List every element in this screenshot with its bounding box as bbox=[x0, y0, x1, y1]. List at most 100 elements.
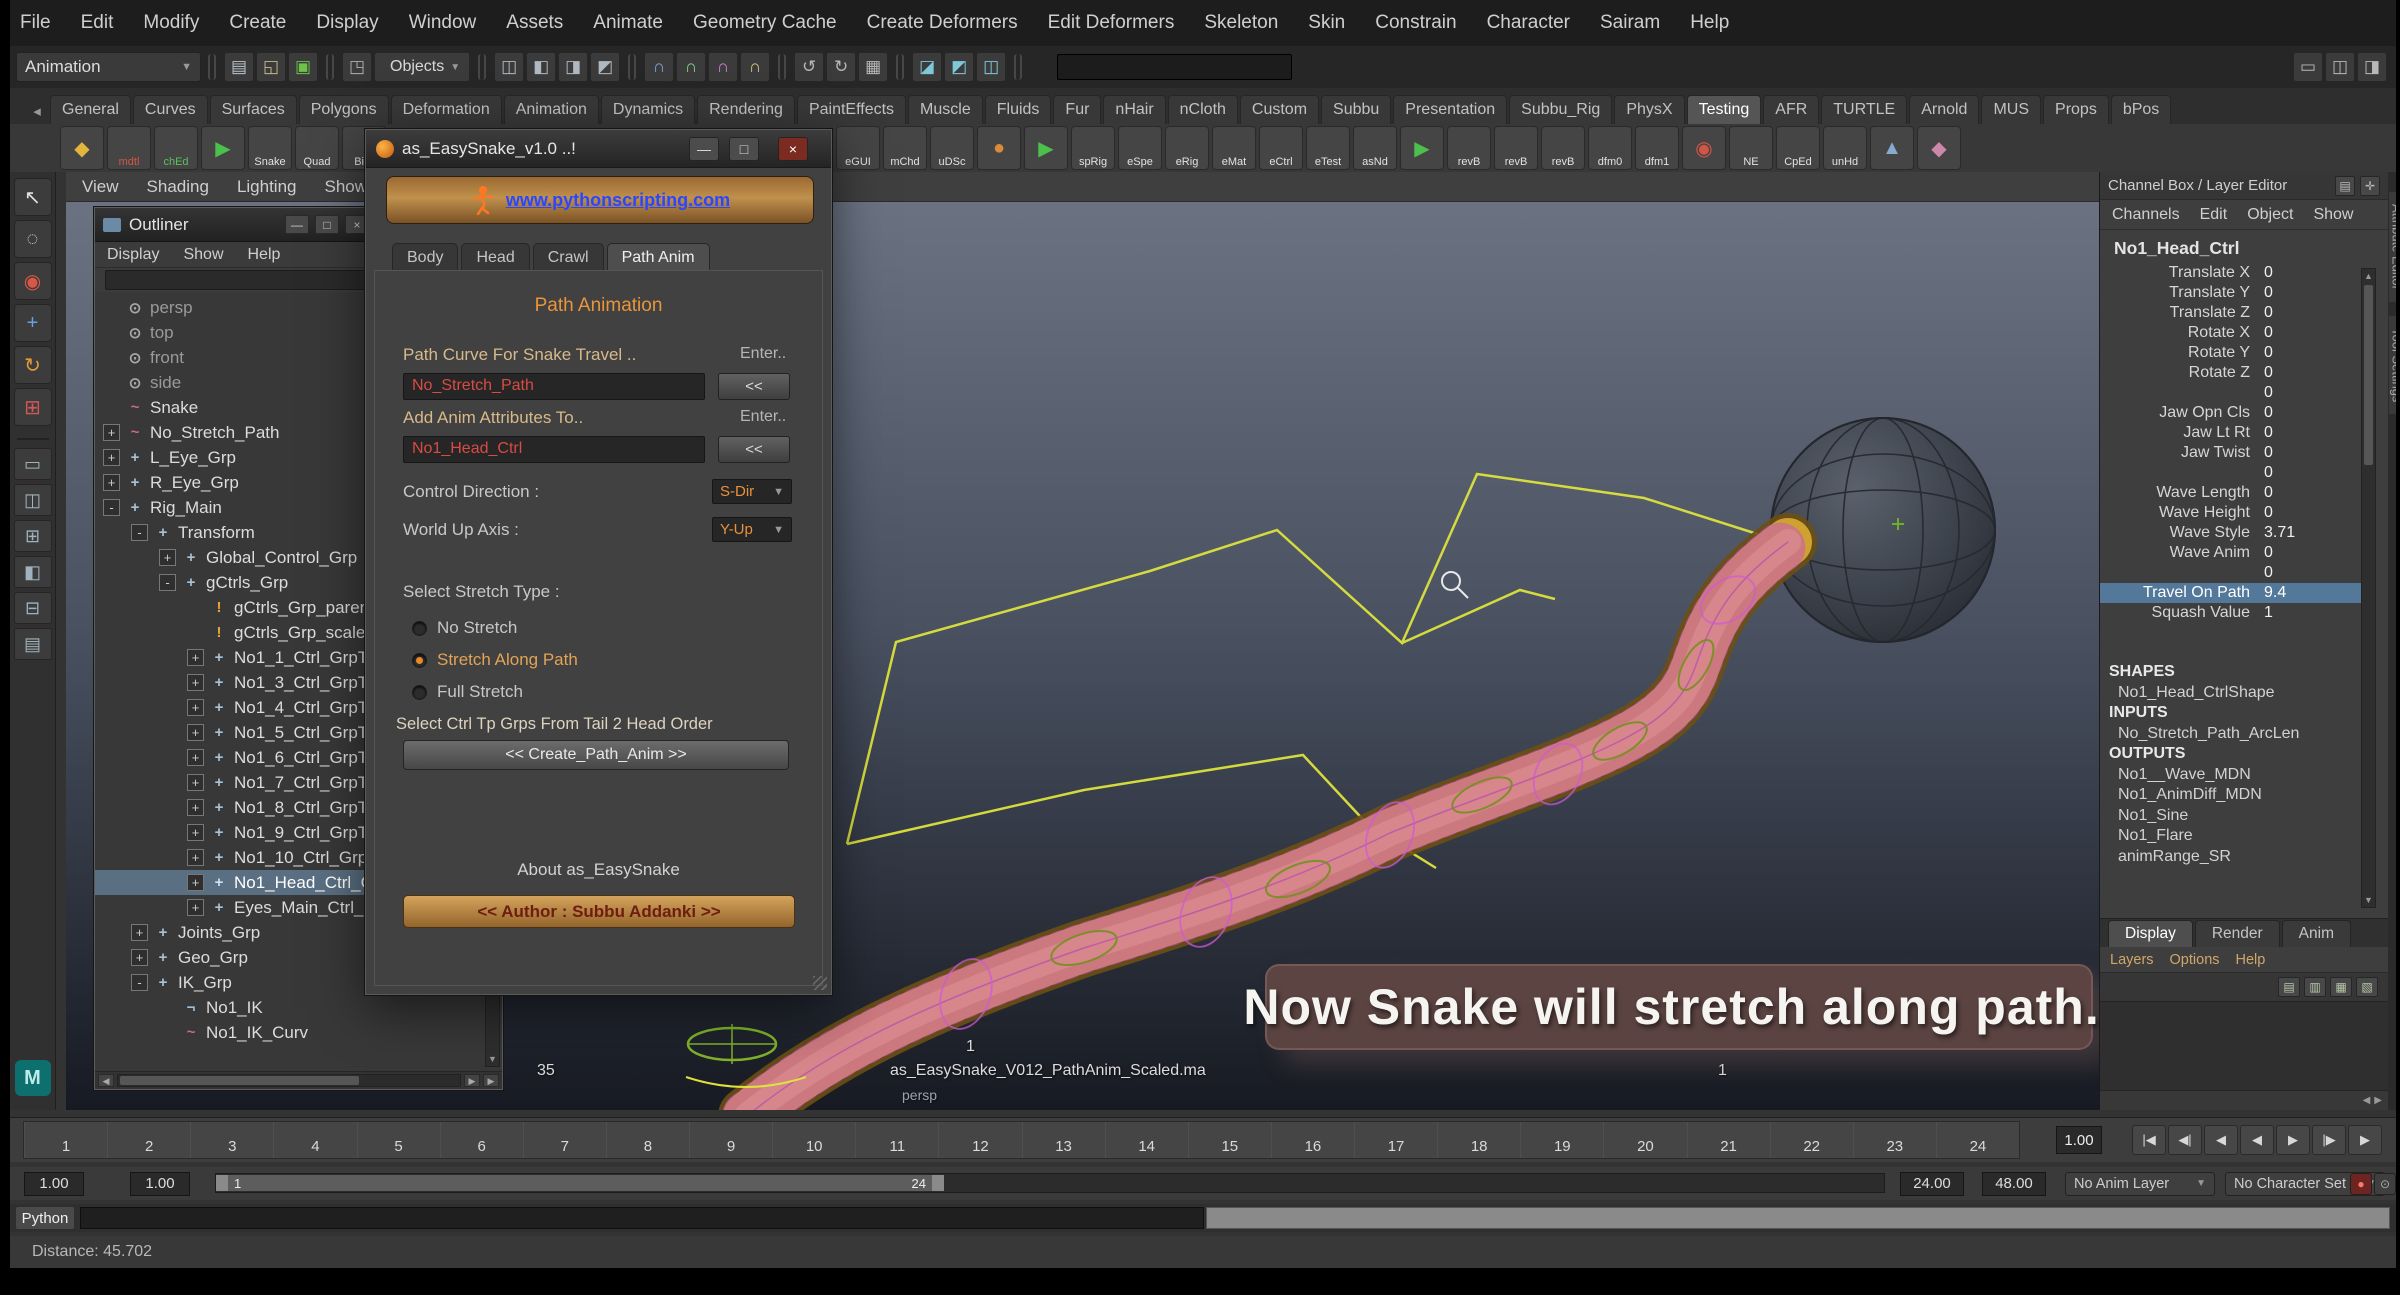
save-scene-icon[interactable]: ▣ bbox=[288, 52, 318, 82]
shelf-item[interactable]: revB bbox=[1494, 126, 1538, 170]
channel-row[interactable]: 0 bbox=[2100, 463, 2388, 483]
shelf-item[interactable]: NE bbox=[1729, 126, 1773, 170]
objects-dropdown[interactable]: Objects ▼ bbox=[374, 52, 470, 82]
channel-row[interactable]: Wave Height 0 bbox=[2100, 503, 2388, 523]
load-path-button[interactable]: << bbox=[718, 373, 790, 400]
snap-to-plane-icon[interactable]: ∩ bbox=[740, 52, 770, 82]
create-path-anim-button[interactable]: << Create_Path_Anim >> bbox=[403, 740, 789, 770]
shelf-tab[interactable]: Fur bbox=[1053, 95, 1101, 124]
channel-scrollbar[interactable]: ▲ ▼ bbox=[2361, 268, 2376, 908]
dialog-tab[interactable]: Crawl bbox=[533, 243, 604, 271]
expand-icon[interactable]: + bbox=[131, 949, 148, 966]
channel-section-item[interactable]: No1_Flare bbox=[2100, 827, 2388, 848]
expand-icon[interactable]: + bbox=[103, 424, 120, 441]
shelf-item[interactable]: ◉ bbox=[1682, 126, 1726, 170]
shelf-item[interactable]: revB bbox=[1447, 126, 1491, 170]
maximize-button[interactable]: □ bbox=[729, 137, 759, 161]
shelf-tab[interactable]: Custom bbox=[1240, 95, 1319, 124]
menu-item[interactable]: Skeleton bbox=[1204, 12, 1278, 34]
new-layer-from-selected-icon[interactable]: ▥ bbox=[2304, 977, 2326, 997]
shelf-tab[interactable]: Testing bbox=[1687, 95, 1762, 124]
scroll-down-icon[interactable]: ▼ bbox=[486, 1052, 499, 1066]
attribute-editor-toggle-icon[interactable]: ◨ bbox=[2357, 52, 2387, 82]
channel-manipulator-icon[interactable]: ✛ bbox=[2360, 176, 2380, 196]
shelf-tab[interactable]: PaintEffects bbox=[797, 95, 906, 124]
shelf-tab[interactable]: Fluids bbox=[985, 95, 1052, 124]
expand-icon[interactable]: + bbox=[159, 549, 176, 566]
go-to-start-button[interactable]: |◀ bbox=[2132, 1125, 2166, 1155]
radio-icon[interactable] bbox=[412, 621, 427, 636]
shelf-item[interactable]: mChd bbox=[883, 126, 927, 170]
menu-item[interactable]: Edit bbox=[81, 12, 114, 34]
dialog-tab[interactable]: Body bbox=[392, 243, 458, 271]
shelf-item[interactable]: asNd bbox=[1353, 126, 1397, 170]
range-end-handle[interactable] bbox=[932, 1175, 944, 1191]
menu-item[interactable]: Character bbox=[1487, 12, 1570, 34]
scroll-right-icon[interactable]: ▶ bbox=[464, 1074, 480, 1087]
channel-row[interactable]: Rotate Y 0 bbox=[2100, 343, 2388, 363]
shelf-tab[interactable]: bPos bbox=[2111, 95, 2171, 124]
two-pane-layout[interactable]: ◫ bbox=[14, 484, 52, 516]
outliner-menu-item[interactable]: Help bbox=[248, 246, 281, 264]
menu-item[interactable]: Create bbox=[229, 12, 286, 34]
play-forwards-button[interactable]: ▶ bbox=[2348, 1125, 2382, 1155]
single-pane-toggle-icon[interactable]: ▭ bbox=[2293, 52, 2323, 82]
outliner-menu-item[interactable]: Display bbox=[107, 246, 159, 264]
menu-item[interactable]: Geometry Cache bbox=[693, 12, 837, 34]
panel-menu-item[interactable]: Shading bbox=[147, 177, 209, 197]
step-forward-frame-button[interactable]: |▶ bbox=[2312, 1125, 2346, 1155]
layer-editor-tab[interactable]: Render bbox=[2195, 920, 2280, 947]
expand-icon[interactable]: + bbox=[187, 699, 204, 716]
anim-layer-dropdown[interactable]: No Anim Layer▼ bbox=[2065, 1172, 2215, 1196]
layer-menu-item[interactable]: Help bbox=[2236, 952, 2266, 968]
shelf-item[interactable]: ● bbox=[977, 126, 1021, 170]
shelf-tab[interactable]: PhysX bbox=[1614, 95, 1684, 124]
layer-options-icon[interactable]: ▧ bbox=[2356, 977, 2378, 997]
animation-end-field[interactable]: 48.00 bbox=[1982, 1172, 2046, 1196]
shelf-item[interactable]: eSpe bbox=[1118, 126, 1162, 170]
range-start-handle[interactable] bbox=[216, 1175, 228, 1191]
panel-menu-item[interactable]: Lighting bbox=[237, 177, 297, 197]
quick-select-field[interactable] bbox=[1057, 54, 1292, 80]
persp-graph-layout[interactable]: ⊟ bbox=[14, 592, 52, 624]
shelf-item[interactable]: chEd bbox=[154, 126, 198, 170]
channel-row[interactable]: Translate Z 0 bbox=[2100, 303, 2388, 323]
sidebar-vertical-tab[interactable]: Attribute Editor bbox=[2389, 192, 2397, 302]
expand-icon[interactable]: + bbox=[187, 749, 204, 766]
shelf-item[interactable]: ▲ bbox=[1870, 126, 1914, 170]
scroll-left-icon[interactable]: ◀ bbox=[98, 1074, 114, 1087]
shelf-item[interactable]: dfm0 bbox=[1588, 126, 1632, 170]
channel-menu-item[interactable]: Object bbox=[2247, 206, 2293, 224]
shelf-item[interactable]: CpEd bbox=[1776, 126, 1820, 170]
expand-icon[interactable]: + bbox=[187, 874, 204, 891]
channel-section-item[interactable]: No1_Sine bbox=[2100, 807, 2388, 828]
shelf-item[interactable]: Quad bbox=[295, 126, 339, 170]
channel-row[interactable]: Squash Value 1 bbox=[2100, 603, 2388, 623]
layer-editor-tab[interactable]: Anim bbox=[2282, 920, 2351, 947]
panel-menu-item[interactable]: Show bbox=[325, 177, 368, 197]
close-button[interactable]: × bbox=[778, 137, 808, 161]
expand-icon[interactable]: + bbox=[103, 449, 120, 466]
menu-item[interactable]: File bbox=[20, 12, 51, 34]
channel-row[interactable]: Wave Length 0 bbox=[2100, 483, 2388, 503]
shelf-item[interactable]: Snake bbox=[248, 126, 292, 170]
layer-menu-item[interactable]: Options bbox=[2170, 952, 2220, 968]
channel-row[interactable]: Wave Style 3.71 bbox=[2100, 523, 2388, 543]
shelf-item[interactable]: ◆ bbox=[60, 126, 104, 170]
toolbox-toggle-icon[interactable]: ◫ bbox=[2325, 52, 2355, 82]
ipr-render-icon[interactable]: ◩ bbox=[944, 52, 974, 82]
menu-set-dropdown[interactable]: Animation ▼ bbox=[16, 52, 201, 82]
move-tool[interactable]: + bbox=[14, 304, 52, 342]
channel-speed-icon[interactable]: ▤ bbox=[2335, 176, 2355, 196]
output-connections-icon[interactable]: ↻ bbox=[826, 52, 856, 82]
channel-section-item[interactable]: animRange_SR bbox=[2100, 848, 2388, 869]
shelf-item[interactable]: spRig bbox=[1071, 126, 1115, 170]
shelf-item[interactable]: uDSc bbox=[930, 126, 974, 170]
outliner-row[interactable]: ¬ No1_IK bbox=[95, 995, 502, 1020]
shelf-tab[interactable]: General bbox=[50, 95, 131, 124]
shelf-tab[interactable]: TURTLE bbox=[1821, 95, 1907, 124]
new-scene-icon[interactable]: ▤ bbox=[224, 52, 254, 82]
shelf-collapse-icon[interactable]: ◂ bbox=[24, 98, 50, 124]
menu-item[interactable]: Create Deformers bbox=[867, 12, 1018, 34]
construction-history-icon[interactable]: ▦ bbox=[858, 52, 888, 82]
